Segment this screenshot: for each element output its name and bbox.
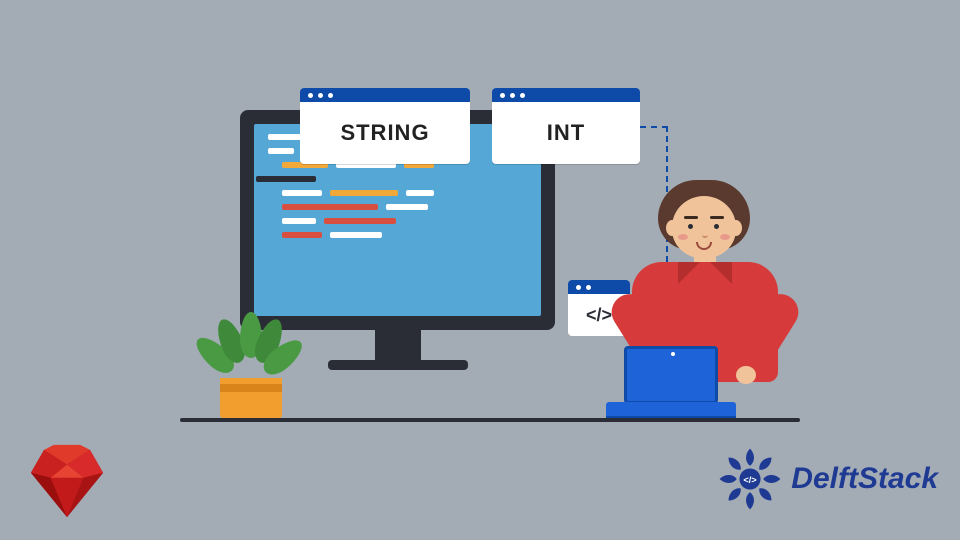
window-int-label: INT: [492, 102, 640, 164]
brand-logo: </> DelftStack: [717, 446, 938, 512]
illustration-stage: STRING INT </>: [0, 0, 960, 540]
monitor-neck: [375, 330, 421, 360]
window-string: STRING: [300, 88, 470, 164]
window-string-label: STRING: [300, 102, 470, 164]
brand-name: DelftStack: [791, 462, 938, 496]
window-titlebar: [300, 88, 470, 102]
desk-surface: [180, 418, 800, 422]
svg-text:</>: </>: [744, 475, 758, 485]
monitor-base: [328, 360, 468, 370]
window-int: INT: [492, 88, 640, 164]
delftstack-mandala-icon: </>: [717, 446, 783, 512]
ruby-gem-icon: [24, 440, 110, 522]
laptop: [606, 346, 736, 422]
window-titlebar: [492, 88, 640, 102]
potted-plant: [200, 312, 300, 420]
connector-dash: [640, 126, 668, 128]
